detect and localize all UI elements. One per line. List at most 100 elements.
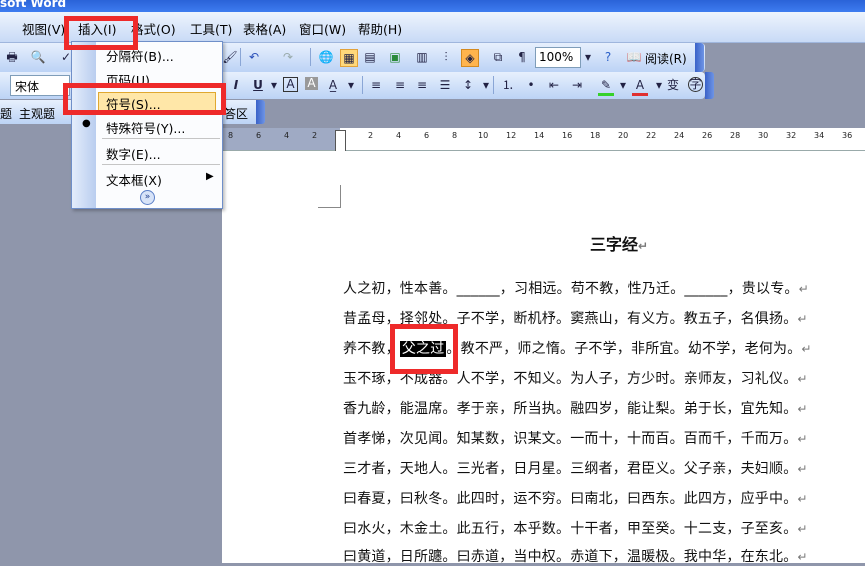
menu-window[interactable]: 窗口(W) [299, 19, 346, 38]
print-preview-icon[interactable]: 🔍 [30, 49, 46, 65]
document-map-icon[interactable]: ◈ [461, 49, 479, 67]
line-spacing-icon[interactable]: ↕ [460, 77, 476, 93]
char-scale-icon[interactable]: A̲ [325, 77, 341, 93]
menu-view[interactable]: 视图(V) [22, 19, 65, 38]
font-name-value: 宋体 [15, 80, 40, 94]
ruler-number: 20 [618, 131, 629, 140]
ruler-number: 34 [814, 131, 825, 140]
drawing-icon[interactable]: ⫶ [438, 49, 454, 65]
ruler-number: 16 [562, 131, 573, 140]
paragraph-mark-icon: ↵ [797, 312, 808, 326]
document-line[interactable]: 三才者，天地人。三光者，日月星。三纲者，君臣义。父子亲，夫妇顺。↵ [343, 458, 808, 478]
format-painter-icon[interactable]: 🖌 [222, 49, 238, 65]
menu-tools[interactable]: 工具(T) [190, 19, 232, 38]
document-line[interactable]: 人之初，性本善。______，习相远。苟不教，性乃迁。______，贵以专。↵ [343, 278, 809, 298]
bullets-icon[interactable]: • [523, 77, 539, 93]
undo-icon[interactable]: ↶ [246, 49, 262, 65]
font-color-icon[interactable]: A [632, 77, 648, 96]
read-mode-icon[interactable]: 📖 [626, 49, 642, 65]
ruler-margin [222, 128, 340, 150]
document-line[interactable]: 曰春夏，曰秋冬。此四时，运不穷。曰南北，曰西东。此四方，应乎中。↵ [343, 488, 808, 508]
toolbar-label-ti[interactable]: 题 [0, 105, 12, 122]
zoom-value: 100% [539, 50, 574, 64]
increase-indent-icon[interactable]: ⇥ [569, 77, 585, 93]
document-line[interactable]: 首孝悌，次见闻。知某数，识某文。一而十，十而百。百而千，千而万。↵ [343, 428, 808, 448]
menu-help[interactable]: 帮助(H) [358, 19, 402, 38]
ruler-number: 36 [842, 131, 853, 140]
font-name-box[interactable]: 宋体 [10, 75, 70, 96]
align-left-icon[interactable]: ≡ [368, 77, 384, 93]
toolbar-label-answer-area[interactable]: 答区 [224, 105, 248, 122]
distributed-icon[interactable]: ☰ [437, 77, 453, 93]
annotation-box-symbol [63, 83, 226, 115]
menu-item-textbox[interactable]: 文本框(X) [106, 170, 162, 189]
ruler-number: 2 [368, 131, 374, 140]
decrease-indent-icon[interactable]: ⇤ [546, 77, 562, 93]
menu-item-special-symbol[interactable]: 特殊符号(Y)... [106, 118, 185, 137]
expand-menu-icon[interactable]: » [140, 190, 155, 205]
toolbar-options-grip[interactable] [256, 100, 265, 124]
numbering-icon[interactable]: ⒈ [500, 77, 516, 93]
hyperlink-icon[interactable]: 🌐 [318, 49, 334, 65]
document-line[interactable]: 曰水火，木金土。此五行，本乎数。十干者，甲至癸。十二支，子至亥。↵ [343, 518, 808, 538]
toolbar-options-grip[interactable] [705, 72, 714, 99]
ruler-number: 6 [256, 131, 262, 140]
line-text: 首孝悌，次见闻。知某数，识某文。一而十，十而百。百而千，千而万。 [343, 431, 798, 447]
paragraph-mark-icon: ↵ [801, 342, 812, 356]
toolbar-options-grip[interactable] [695, 43, 704, 72]
window-title: soft Word [0, 0, 67, 10]
menu-table[interactable]: 表格(A) [243, 19, 286, 38]
submenu-arrow-icon: ▶ [206, 171, 214, 182]
char-shading-icon[interactable]: A [305, 77, 318, 90]
line-text: 曰春夏，曰秋冬。此四时，运不穷。曰南北，曰西东。此四方，应乎中。 [343, 491, 798, 507]
zoom-box[interactable]: 100% [535, 47, 581, 68]
document-title[interactable]: 三字经↵ [590, 231, 648, 255]
ruler-number: 8 [452, 131, 458, 140]
char-scale-dropdown-icon[interactable]: ▾ [343, 77, 359, 93]
insert-table-icon[interactable]: ▤ [362, 49, 378, 65]
toolbar-separator [493, 76, 494, 94]
tables-borders-icon[interactable]: ▦ [340, 49, 358, 67]
highlight-dropdown-icon[interactable]: ▾ [615, 77, 631, 93]
ruler-number: 4 [284, 131, 290, 140]
paragraph-mark-icon: ↵ [797, 492, 808, 506]
help-icon[interactable]: ? [600, 49, 616, 65]
toolbar-label-subjective[interactable]: 主观题 [19, 105, 55, 122]
line-text: 人之初，性本善。______，习相远。苟不教，性乃迁。______，贵以专。 [343, 281, 799, 297]
ruler-number: 30 [758, 131, 769, 140]
print-icon[interactable]: 🖶 [4, 49, 20, 65]
underline-icon[interactable]: U [250, 77, 266, 93]
redo-icon[interactable]: ↷ [280, 49, 296, 65]
phonetic-guide-icon[interactable]: 变 [665, 77, 681, 93]
paragraph-mark-icon: ↵ [797, 372, 808, 386]
document-line[interactable]: 香九龄，能温席。孝于亲，所当执。融四岁，能让梨。弟于长，宜先知。↵ [343, 398, 808, 418]
zoom-dropdown-icon[interactable]: ▾ [580, 49, 596, 65]
paragraph-mark-icon: ↵ [797, 432, 808, 446]
document-line[interactable]: 曰黄道，日所躔。曰赤道，当中权。赤道下，温暖极。我中华，在东北。↵ [343, 546, 808, 566]
italic-icon[interactable]: I [228, 77, 244, 93]
paragraph-mark-icon: ↵ [797, 402, 808, 416]
horizontal-ruler[interactable]: 8 6 4 2 2 4 6 8 10 12 14 16 18 20 22 24 … [222, 128, 865, 152]
paragraph-mark-icon: ↵ [797, 550, 808, 564]
insert-excel-icon[interactable]: ▣ [387, 49, 403, 65]
char-border-icon[interactable]: A [283, 77, 298, 92]
align-right-icon[interactable]: ≡ [414, 77, 430, 93]
highlight-icon[interactable]: ✎ [598, 77, 614, 96]
line-text: 三才者，天地人。三光者，日月星。三纲者，君臣义。父子亲，夫妇顺。 [343, 461, 798, 477]
ruler-number: 28 [730, 131, 741, 140]
ruler-number: 10 [478, 131, 489, 140]
menu-item-number[interactable]: 数字(E)... [106, 144, 161, 163]
columns-icon[interactable]: ▥ [414, 49, 430, 65]
ruler-number: 6 [424, 131, 430, 140]
read-mode-label[interactable]: 阅读(R) [645, 50, 687, 67]
show-hide-icon[interactable]: ⧉ [490, 49, 506, 65]
line-spacing-dropdown-icon[interactable]: ▾ [478, 77, 494, 93]
indent-marker[interactable] [335, 130, 346, 152]
annotation-box-insert [64, 16, 138, 50]
align-center-icon[interactable]: ≡ [392, 77, 408, 93]
paragraph-mark-icon[interactable]: ¶ [514, 49, 530, 65]
enclose-char-icon[interactable]: 字 [688, 77, 703, 92]
line-text: 香九龄，能温席。孝于亲，所当执。融四岁，能让梨。弟于长，宜先知。 [343, 401, 798, 417]
underline-dropdown-icon[interactable]: ▾ [266, 77, 282, 93]
line-text: 曰水火，木金土。此五行，本乎数。十干者，甲至癸。十二支，子至亥。 [343, 521, 798, 537]
